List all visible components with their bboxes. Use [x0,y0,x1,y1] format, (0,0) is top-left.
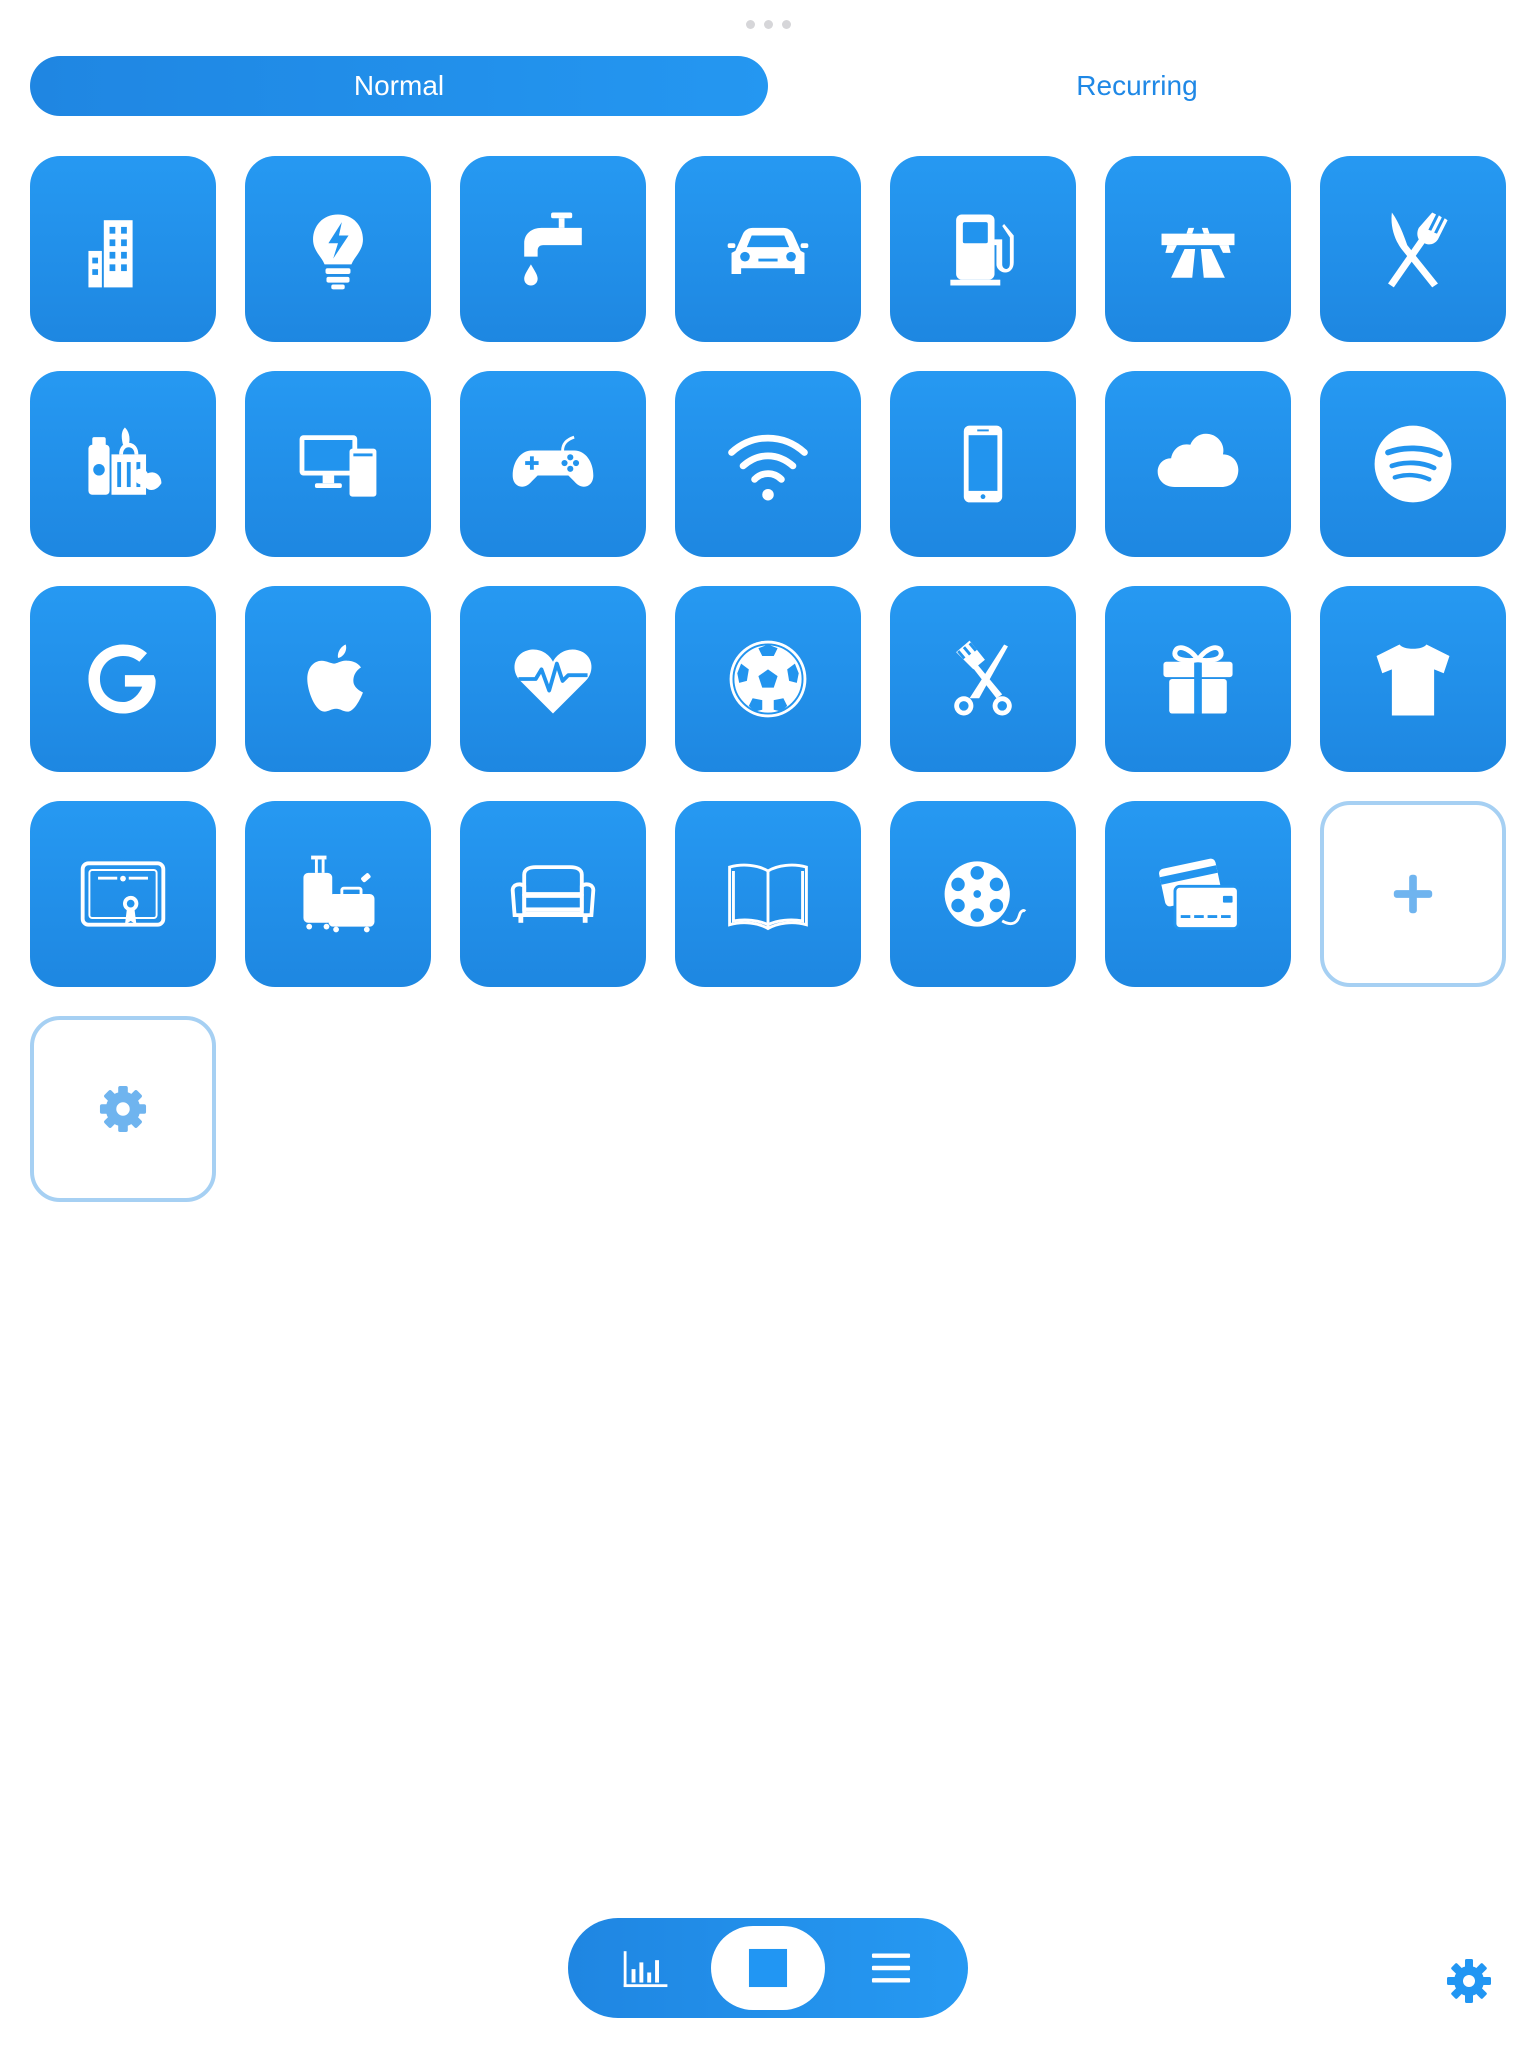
computer-icon [299,435,377,497]
luggage-icon [303,855,375,933]
add-category-button[interactable] [1320,801,1506,987]
manage-categories-button[interactable] [30,1016,216,1202]
car-icon [727,227,809,274]
google-icon [88,644,156,714]
category-restaurant[interactable] [1320,156,1506,342]
category-furniture[interactable] [460,801,646,987]
bottom-tab-bar [568,1918,968,2018]
film-reel-icon [944,861,1027,927]
category-education[interactable] [30,801,216,987]
soccer-ball-icon [729,640,807,718]
spotify-icon [1374,425,1452,503]
tab-statistics[interactable] [590,1918,700,2018]
category-fuel[interactable] [890,156,1076,342]
bar-chart-icon [623,1951,668,1988]
category-groceries[interactable] [30,371,216,557]
category-highway[interactable] [1105,156,1291,342]
heart-pulse-icon [514,649,592,714]
expense-type-segmented-control: Normal Recurring [30,56,1506,116]
groceries-icon [88,427,162,495]
segment-normal[interactable]: Normal [30,56,768,116]
category-health[interactable] [460,586,646,772]
category-sports[interactable] [675,586,861,772]
credit-cards-icon [1159,858,1240,930]
tab-categories[interactable] [711,1926,825,2010]
gamepad-icon [512,435,594,487]
segment-recurring[interactable]: Recurring [768,56,1506,116]
category-phone[interactable] [890,371,1076,557]
building-icon [88,220,133,288]
category-google[interactable] [30,586,216,772]
apple-icon [307,644,363,712]
gear-icon [99,1085,147,1133]
category-internet[interactable] [675,371,861,557]
water-tap-icon [524,212,582,286]
square-icon [748,1948,788,1988]
fork-knife-icon [1388,212,1448,288]
category-spotify[interactable] [1320,371,1506,557]
open-book-icon [728,863,808,931]
grabber-dot [764,20,773,29]
category-clothing[interactable] [1320,586,1506,772]
category-car[interactable] [675,156,861,342]
fuel-pump-icon [950,214,1014,286]
category-games[interactable] [460,371,646,557]
category-travel[interactable] [245,801,431,987]
tab-transactions[interactable] [836,1918,946,2018]
category-apple[interactable] [245,586,431,772]
grabber-dot [746,20,755,29]
certificate-icon [80,861,166,927]
category-electricity[interactable] [245,156,431,342]
category-barber[interactable] [890,586,1076,772]
tshirt-icon [1376,644,1450,716]
gift-icon [1163,645,1233,714]
category-water[interactable] [460,156,646,342]
sofa-icon [510,865,596,923]
category-building[interactable] [30,156,216,342]
category-gifts[interactable] [1105,586,1291,772]
grabber-dot [782,20,791,29]
smartphone-icon [963,425,1003,503]
plus-icon [1393,874,1433,914]
list-icon [871,1953,911,1983]
category-computer[interactable] [245,371,431,557]
category-cards[interactable] [1105,801,1291,987]
sheet-grabber[interactable] [746,20,791,29]
category-books[interactable] [675,801,861,987]
settings-gear-icon[interactable] [1444,1956,1494,2006]
wifi-icon [728,434,808,501]
cloud-icon [1157,433,1239,488]
category-movies[interactable] [890,801,1076,987]
category-cloud[interactable] [1105,371,1291,557]
barber-scissors-comb-icon [954,640,1012,716]
highway-icon [1161,227,1235,278]
lightbulb-icon [313,214,363,290]
